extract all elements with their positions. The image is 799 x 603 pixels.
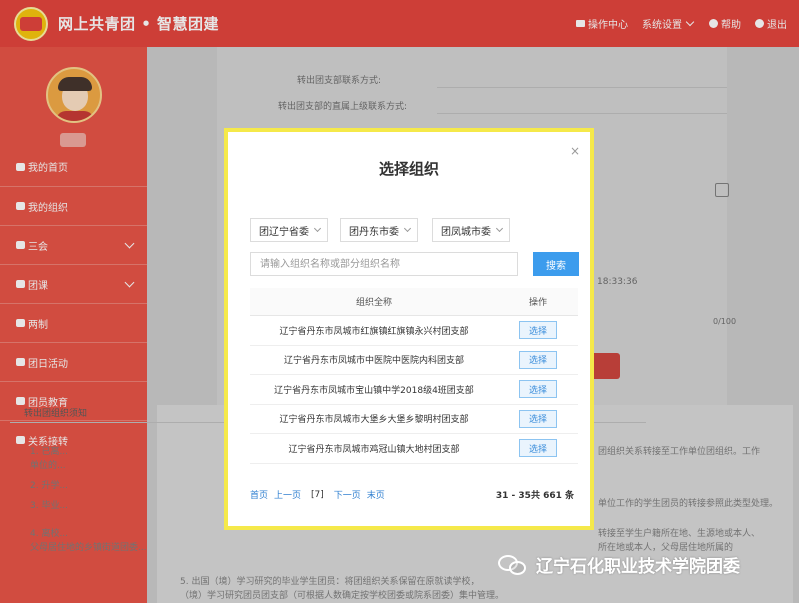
select-org-button[interactable]: 选择 (519, 409, 557, 428)
select-org-button[interactable]: 选择 (519, 350, 557, 369)
org-table: 组织全称 操作 辽宁省丹东市凤城市红旗镇红旗镇永兴村团支部 选择 辽宁省丹东市凤… (250, 288, 578, 464)
city-select[interactable]: 团丹东市委 (340, 218, 418, 242)
first-page-link[interactable]: 首页 (250, 488, 268, 501)
current-page: [7] (311, 489, 324, 500)
org-name: 辽宁省丹东市凤城市宝山镇中学2018级4班团支部 (274, 385, 474, 396)
chevron-down-icon (495, 224, 504, 233)
select-value: 团辽宁省委 (259, 226, 309, 238)
table-header: 组织全称 操作 (250, 288, 578, 316)
select-value: 团凤城市委 (441, 226, 491, 238)
org-name: 辽宁省丹东市凤城市红旗镇红旗镇永兴村团支部 (279, 326, 469, 337)
chevron-down-icon (403, 224, 412, 233)
org-name: 辽宁省丹东市凤城市鸡冠山镇大地村团支部 (288, 444, 460, 455)
column-header-name: 组织全称 (355, 298, 392, 308)
wechat-icon (498, 553, 528, 577)
select-org-button[interactable]: 选择 (519, 439, 557, 458)
chevron-down-icon (313, 224, 322, 233)
org-name: 辽宁省丹东市凤城市中医院中医院内科团支部 (283, 356, 464, 367)
org-search-input[interactable] (250, 252, 518, 276)
select-org-button[interactable]: 选择 (519, 321, 557, 340)
table-row: 辽宁省丹东市凤城市红旗镇红旗镇永兴村团支部 选择 (250, 316, 578, 346)
select-org-dialog: 选择组织 × 团辽宁省委 团丹东市委 团凤城市委 搜索 组织全称 操作 辽宁省丹… (224, 128, 594, 530)
next-page-link[interactable]: 下一页 (334, 488, 361, 501)
pagination-info: 31 - 35共 661 条 (495, 491, 574, 501)
pagination: 首页 上一页 [7] 下一页 末页 (250, 488, 385, 502)
last-page-link[interactable]: 末页 (367, 488, 385, 501)
watermark: 辽宁石化职业技术学院团委 (498, 552, 740, 577)
table-row: 辽宁省丹东市凤城市宝山镇中学2018级4班团支部 选择 (250, 375, 578, 405)
province-select[interactable]: 团辽宁省委 (250, 218, 328, 242)
column-header-action: 操作 (528, 298, 547, 308)
watermark-text: 辽宁石化职业技术学院团委 (536, 557, 740, 577)
table-row: 辽宁省丹东市凤城市中医院中医院内科团支部 选择 (250, 346, 578, 375)
select-value: 团丹东市委 (349, 226, 399, 238)
dialog-title: 选择组织 (378, 160, 439, 178)
table-row: 辽宁省丹东市凤城市大堡乡大堡乡黎明村团支部 选择 (250, 405, 578, 434)
prev-page-link[interactable]: 上一页 (274, 488, 301, 501)
select-org-button[interactable]: 选择 (519, 380, 557, 399)
org-name: 辽宁省丹东市凤城市大堡乡大堡乡黎明村团支部 (279, 415, 469, 426)
table-row: 辽宁省丹东市凤城市鸡冠山镇大地村团支部 选择 (250, 434, 578, 464)
county-select[interactable]: 团凤城市委 (432, 218, 510, 242)
close-icon[interactable]: × (570, 144, 580, 158)
search-button[interactable]: 搜索 (533, 252, 579, 276)
